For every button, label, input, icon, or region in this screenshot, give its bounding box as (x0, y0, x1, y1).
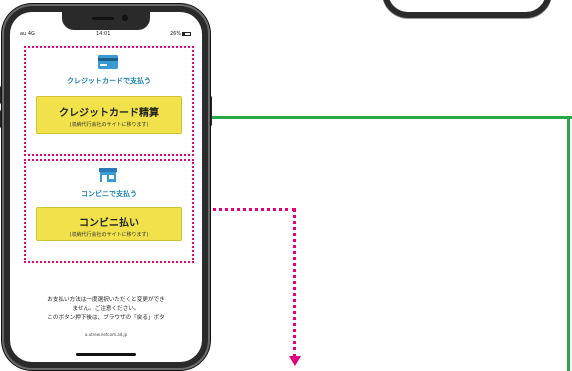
credit-card-button-note: (収納代行会社のサイトに移ります) (69, 122, 149, 128)
credit-card-button-label: クレジットカード精算 (59, 108, 159, 119)
convenience-store-button-label: コンビニ払い (79, 218, 139, 229)
home-indicator (76, 353, 136, 356)
arrow-down-icon (289, 356, 301, 366)
credit-card-section: クレジットカードで支払う クレジットカード精算 (収納代行会社のサイトに移ります… (24, 46, 194, 156)
battery-percent: 26% (170, 31, 182, 37)
notice-line-1: お支払い方法は一度選択いただくと変更ができ (47, 297, 165, 303)
carrier-label: au 4G (20, 31, 35, 37)
url-bar: a.utrew.netcom.ad.jp (84, 332, 128, 337)
phone-screen: au 4G 14:01 26% クレジットカードで支払う クレジットカード精算 … (10, 12, 202, 362)
status-bar: au 4G 14:01 26% (10, 30, 202, 40)
phone-notch (62, 12, 150, 30)
battery-icon (182, 31, 192, 36)
phone-frame: au 4G 14:01 26% クレジットカードで支払う クレジットカード精算 … (2, 4, 210, 370)
convenience-store-pay-button[interactable]: コンビニ払い (収納代行会社のサイトに移ります) (36, 207, 182, 241)
battery-indicator: 26% (170, 31, 192, 37)
camera-icon (122, 15, 128, 21)
clock-label: 14:01 (96, 31, 111, 37)
notice-line-3: このボタン押下後は、ブラウザの「戻る」ボタ (47, 315, 165, 321)
payment-notice: お支払い方法は一度選択いただくと変更ができ ません。ご注意ください。 このボタン… (18, 296, 194, 323)
second-phone-frame (382, 0, 552, 18)
stage: au 4G 14:01 26% クレジットカードで支払う クレジットカード精算 … (0, 0, 572, 371)
credit-card-icon (98, 55, 118, 69)
convenience-store-label: コンビニで支払う (81, 190, 137, 198)
credit-card-pay-button[interactable]: クレジットカード精算 (収納代行会社のサイトに移ります) (36, 96, 182, 134)
speaker-icon (92, 17, 114, 20)
convenience-store-section: コンビニで支払う コンビニ払い (収納代行会社のサイトに移ります) (24, 159, 194, 263)
convenience-store-icon (99, 168, 117, 182)
pink-connector-right-vertical (293, 208, 296, 358)
convenience-store-button-note: (収納代行会社のサイトに移ります) (69, 232, 149, 238)
green-connector-vertical (567, 116, 570, 371)
notice-line-2: ません。ご注意ください。 (72, 306, 140, 312)
credit-card-label: クレジットカードで支払う (67, 77, 151, 85)
